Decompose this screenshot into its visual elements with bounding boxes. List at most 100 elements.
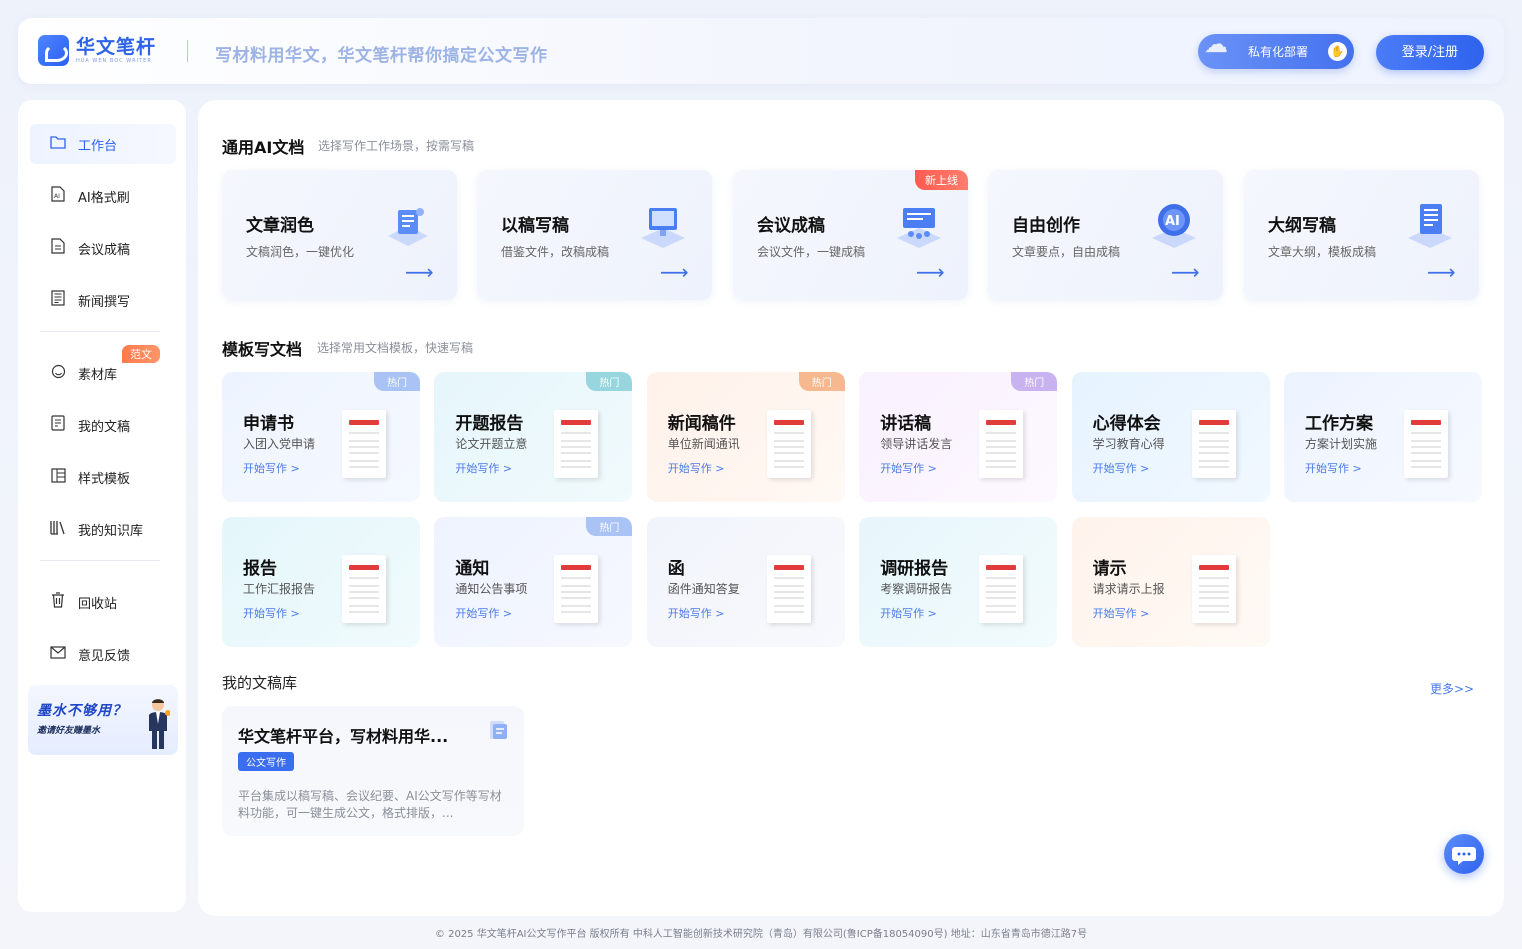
template-card[interactable]: 函函件通知答复 开始写作 > <box>646 517 845 647</box>
ai-card-desc: 文章大纲，模板成稿 <box>1268 245 1377 259</box>
document-3d-icon <box>490 721 507 739</box>
sidebar-item-label: 回收站 <box>78 596 118 612</box>
ai-section-subtitle: 选择写作工作场景，按需写稿 <box>318 139 475 153</box>
header-slogan: 写材料用华文，华文笔杆帮你搞定公文写作 <box>215 46 548 66</box>
file-icon <box>50 415 66 435</box>
start-writing-link[interactable]: 开始写作 > <box>668 605 725 621</box>
template-card[interactable]: 热门 开题报告 论文开题立意 开始写作 > <box>434 372 633 502</box>
template-card-desc: 考察调研报告 <box>880 582 953 596</box>
ai-card-title: 以稿写稿 <box>501 216 569 236</box>
sidebar-item-knowledge-base[interactable]: 我的知识库 <box>30 509 176 549</box>
logo-name: 华文笔杆 <box>76 35 157 58</box>
ai-card-outline[interactable]: 大纲写稿 文章大纲，模板成稿 ⟶ <box>1244 170 1479 300</box>
start-writing-link[interactable]: 开始写作 > <box>243 605 300 621</box>
document-thumbnail-icon <box>1404 407 1454 478</box>
sidebar-item-feedback[interactable]: 意见反馈 <box>30 634 176 674</box>
document-thumbnail-icon <box>766 552 817 623</box>
doc-icon <box>50 238 66 258</box>
template-card-desc: 方案计划实施 <box>1305 437 1378 451</box>
template-card-title: 开题报告 <box>455 414 524 434</box>
hot-badge: 热门 <box>586 517 633 536</box>
sidebar-item-recycle-bin[interactable]: 回收站 <box>30 582 176 622</box>
hot-badge: 热门 <box>798 372 845 391</box>
ai-card-desc: 借鉴文件，改稿成稿 <box>501 245 610 259</box>
template-card[interactable]: 心得体会 学习教育心得 开始写作 > <box>1071 372 1270 502</box>
ai-card-title: 大纲写稿 <box>1268 216 1336 236</box>
private-deploy-button[interactable]: ☁ 私有化部署 ✋ <box>1198 30 1354 69</box>
sidebar-item-ai-format[interactable]: AI AI格式刷 <box>30 176 176 216</box>
template-card[interactable]: 热门 讲话稿 领导讲话发言 开始写作 > <box>859 372 1058 502</box>
arrow-right-icon: ⟶ <box>1171 260 1200 284</box>
arrow-right-icon: ⟶ <box>405 260 434 284</box>
ai-card-rewrite[interactable]: 以稿写稿 借鉴文件，改稿成稿 ⟶ <box>477 170 712 300</box>
start-writing-link[interactable]: 开始写作 > <box>455 460 512 476</box>
chat-assistant-button[interactable] <box>1444 834 1484 874</box>
template-card[interactable]: 报告 工作汇报报告 开始写作 > <box>222 517 420 647</box>
sidebar-divider <box>40 560 160 561</box>
logo[interactable]: 华文笔杆 HUA WEN BOC WRITER <box>38 35 156 66</box>
template-card[interactable]: 调研报告考察调研报告 开始写作 > <box>859 517 1058 647</box>
draft-card[interactable]: 华文笔杆平台，写材料用华... 公文写作 平台集成以稿写稿、会议纪要、AI公文写… <box>222 706 524 836</box>
trash-icon <box>50 592 66 612</box>
ai-card-title: 会议成稿 <box>757 216 825 236</box>
sidebar-item-label: 素材库 <box>78 367 118 383</box>
more-link[interactable]: 更多>> <box>1430 680 1474 697</box>
sidebar-item-my-drafts[interactable]: 我的文稿 <box>30 405 176 445</box>
sidebar-item-label: 我的文稿 <box>78 419 131 435</box>
ai-chip-3d-icon: AI <box>1152 204 1196 248</box>
private-deploy-label: 私有化部署 <box>1248 45 1309 59</box>
sidebar-item-materials[interactable]: 素材库 <box>30 353 176 393</box>
sidebar-item-news[interactable]: 新闻撰写 <box>30 280 176 320</box>
template-card[interactable]: 工作方案 方案计划实施 开始写作 > <box>1284 372 1482 502</box>
polish-3d-icon <box>388 208 428 246</box>
document-thumbnail-icon <box>1191 407 1242 478</box>
logo-mark-icon <box>38 35 69 66</box>
circle-icon <box>50 364 66 383</box>
main-content: 通用AI文档 选择写作工作场景，按需写稿 文章润色 文稿润色，一键优化 ⟶ 以稿… <box>198 100 1504 916</box>
start-writing-link[interactable]: 开始写作 > <box>243 460 300 476</box>
login-register-button[interactable]: 登录/注册 <box>1376 35 1484 70</box>
template-card-title: 调研报告 <box>880 559 949 579</box>
invite-promo-banner[interactable]: 墨水不够用？ 邀请好友赚墨水 <box>28 685 178 755</box>
ai-card-polish[interactable]: 文章润色 文稿润色，一键优化 ⟶ <box>222 170 457 300</box>
ai-card-meeting[interactable]: 新上线 会议成稿 会议文件，一键成稿 ⟶ <box>733 170 968 300</box>
monitor-3d-icon <box>641 208 685 248</box>
sidebar-item-style-template[interactable]: 样式模板 <box>30 457 176 497</box>
document-thumbnail-icon <box>342 407 392 478</box>
svg-text:AI: AI <box>54 193 60 200</box>
mail-icon <box>50 645 66 663</box>
promo-subtitle: 邀请好友赚墨水 <box>37 726 101 736</box>
sidebar-divider <box>40 331 160 332</box>
document-thumbnail-icon <box>979 407 1030 478</box>
logo-subtitle: HUA WEN BOC WRITER <box>76 57 152 64</box>
footer-copyright: © 2025 华文笔杆AI公文写作平台 版权所有 中科人工智能创新技术研究院（青… <box>434 929 1088 940</box>
arrow-right-icon: ⟶ <box>660 260 689 284</box>
hot-badge: 热门 <box>586 372 633 391</box>
sidebar-item-label: 我的知识库 <box>78 523 144 539</box>
document-thumbnail-icon <box>342 552 392 623</box>
ai-card-desc: 文稿润色，一键优化 <box>246 245 355 259</box>
template-card-title: 新闻稿件 <box>667 414 736 434</box>
start-writing-link[interactable]: 开始写作 > <box>1093 460 1150 476</box>
template-card-desc: 学习教育心得 <box>1092 437 1165 451</box>
arrow-right-icon: ⟶ <box>916 260 945 284</box>
template-section-subtitle: 选择常用文档模板，快速写稿 <box>317 341 474 355</box>
template-card-desc: 函件通知答复 <box>667 582 740 596</box>
ai-card-free-create[interactable]: 自由创作 文章要点，自由成稿 AI ⟶ <box>988 170 1223 300</box>
start-writing-link[interactable]: 开始写作 > <box>1093 605 1150 621</box>
template-card[interactable]: 热门 新闻稿件 单位新闻通讯 开始写作 > <box>646 372 845 502</box>
document-thumbnail-icon <box>554 407 605 478</box>
template-card[interactable]: 热门 申请书 入团入党申请 开始写作 > <box>222 372 420 502</box>
template-card[interactable]: 请示 请求请示上报 开始写作 > <box>1071 517 1270 647</box>
start-writing-link[interactable]: 开始写作 > <box>455 605 512 621</box>
chat-bubble-icon <box>1452 847 1476 865</box>
template-card-desc: 通知公告事项 <box>455 582 528 596</box>
start-writing-link[interactable]: 开始写作 > <box>880 605 937 621</box>
start-writing-link[interactable]: 开始写作 > <box>1305 460 1362 476</box>
start-writing-link[interactable]: 开始写作 > <box>668 460 725 476</box>
start-writing-link[interactable]: 开始写作 > <box>880 460 937 476</box>
template-card[interactable]: 热门 通知 通知公告事项 开始写作 > <box>434 517 633 647</box>
ai-doc-icon: AI <box>50 186 66 206</box>
sidebar-item-meeting[interactable]: 会议成稿 <box>30 228 176 268</box>
sidebar-item-workbench[interactable]: 工作台 <box>30 124 176 164</box>
